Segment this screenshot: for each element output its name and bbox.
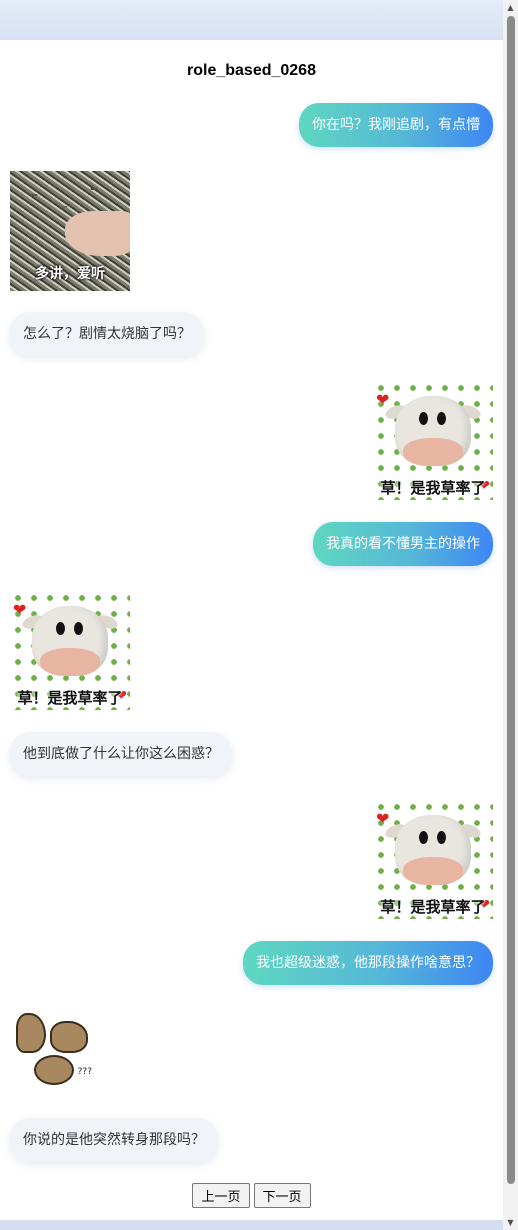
bot-message: 你说的是他突然转身那段吗？ (10, 1118, 218, 1162)
scroll-down-arrow-icon[interactable]: ▼ (503, 1215, 518, 1230)
message-text: 我也超级迷惑，他那段操作啥意思？ (256, 955, 480, 971)
prev-page-button[interactable]: 上一页 (192, 1183, 250, 1208)
message-text: 怎么了？剧情太烧脑了吗？ (23, 326, 191, 342)
sunflower-seeds-sticker: 多讲，爱听 (10, 171, 130, 291)
bottom-band (0, 1220, 503, 1230)
bot-message: 怎么了？剧情太烧脑了吗？ (10, 312, 204, 356)
sticker-caption: 草！是我草率了 (380, 898, 486, 916)
broken-heart-icon: ❤ (376, 390, 390, 409)
bot-message: 他到底做了什么让你这么困惑？ (10, 732, 232, 776)
user-message: 我真的看不懂男主的操作 (313, 522, 493, 566)
top-band (0, 0, 503, 40)
hand-shape (65, 211, 130, 256)
message-text: 你说的是他突然转身那段吗？ (23, 1132, 205, 1148)
crying-cow-sticker: ❤ ❤ 草！是我草率了 (10, 590, 130, 710)
page-title: role_based_0268 (187, 62, 316, 79)
broken-heart-icon: ❤ (13, 600, 27, 619)
vertical-scrollbar[interactable]: ▲ ▼ (503, 0, 518, 1230)
chat-panel: role_based_0268 你在吗？我刚追剧，有点懵 多讲，爱听 怎么了？剧… (0, 40, 503, 1220)
broken-heart-icon: ❤ (376, 809, 390, 828)
next-page-button[interactable]: 下一页 (253, 1183, 311, 1208)
scrollbar-thumb[interactable] (507, 16, 515, 1184)
pagination: 上一页 下一页 (0, 1183, 503, 1208)
sticker-caption: ??? (77, 1067, 92, 1077)
sticker-caption: 草！是我草率了 (17, 689, 123, 707)
message-text: 你在吗？我刚追剧，有点懵 (312, 117, 480, 133)
confused-horse-sticker: ??? (10, 1009, 96, 1095)
sticker-caption: 多讲，爱听 (35, 266, 105, 282)
user-message: 我也超级迷惑，他那段操作啥意思？ (243, 941, 493, 985)
crying-cow-sticker: ❤ ❤ 草！是我草率了 (373, 380, 493, 500)
user-message: 你在吗？我刚追剧，有点懵 (299, 103, 493, 147)
crying-cow-sticker: ❤ ❤ 草！是我草率了 (373, 799, 493, 919)
scroll-up-arrow-icon[interactable]: ▲ (503, 0, 518, 15)
message-text: 我真的看不懂男主的操作 (326, 536, 480, 552)
sticker-caption: 草！是我草率了 (380, 479, 486, 497)
message-text: 他到底做了什么让你这么困惑？ (23, 746, 219, 762)
